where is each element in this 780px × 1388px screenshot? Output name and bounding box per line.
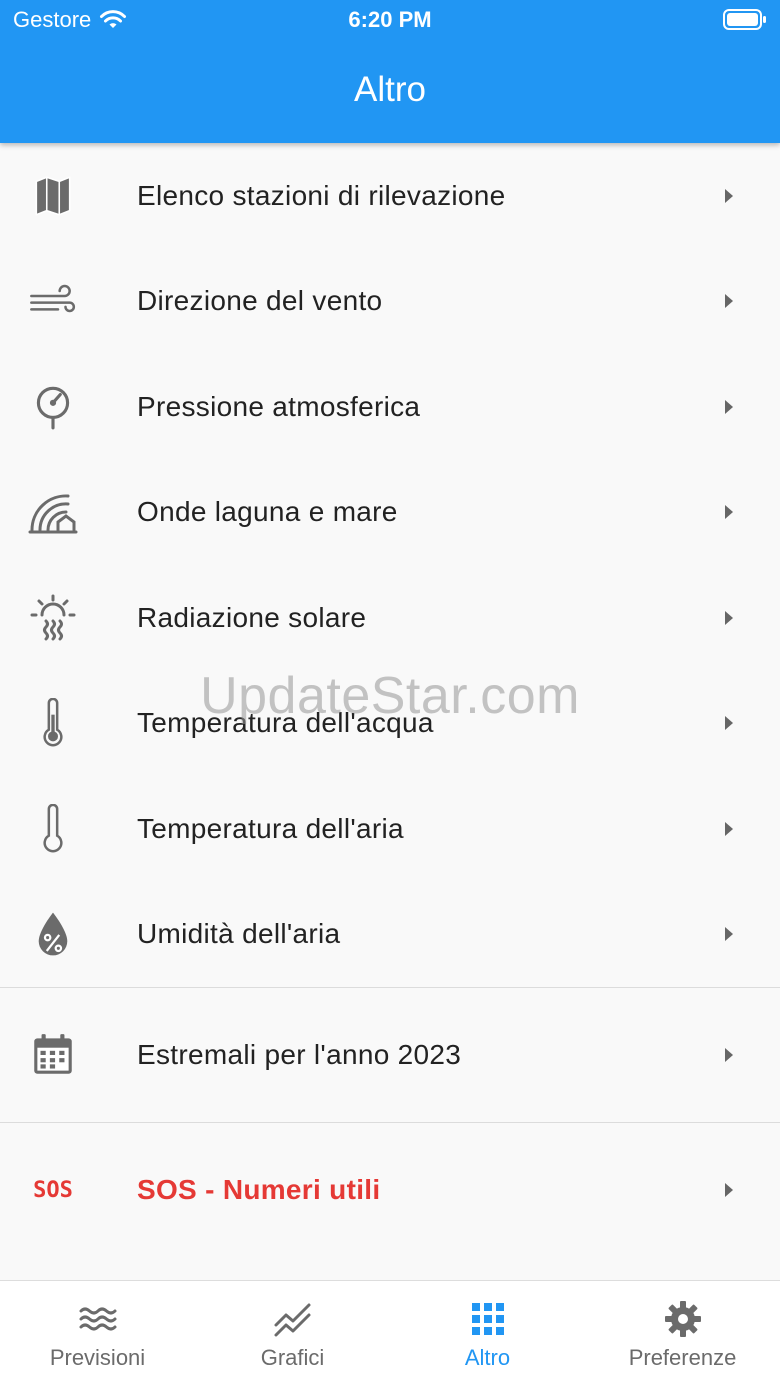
menu-list: Elenco stazioni di rilevazione Direzione… <box>0 143 780 1257</box>
gear-icon <box>664 1301 701 1337</box>
air-thermometer-icon <box>22 798 84 860</box>
tab-label: Previsioni <box>49 1345 146 1370</box>
menu-item-label: Estremali per l'anno 2023 <box>137 1039 462 1070</box>
menu-item-air-temperature[interactable]: Temperatura dell'aria <box>0 776 780 882</box>
app-header: Gestore 6:20 PM Altro <box>0 0 780 143</box>
grid-icon <box>471 1303 504 1335</box>
waves-icon <box>79 1307 116 1331</box>
menu-item-label: Umidità dell'aria <box>137 918 341 950</box>
menu-item-label: Elenco stazioni di rilevazione <box>137 179 506 211</box>
sos-icon-text: SOS <box>33 1177 73 1203</box>
menu-item-label: Onde laguna e mare <box>137 496 398 528</box>
chevron-right-icon <box>725 399 733 414</box>
menu-item-label: Temperatura dell'acqua <box>137 707 434 739</box>
waves-icon <box>22 481 84 543</box>
menu-item-stations[interactable]: Elenco stazioni di rilevazione <box>0 143 780 249</box>
chevron-right-icon <box>725 716 733 731</box>
status-bar: Gestore 6:20 PM <box>0 0 780 40</box>
tab-label: Grafici <box>260 1345 325 1370</box>
chevron-right-icon <box>725 1183 733 1197</box>
chevron-right-icon <box>725 610 733 625</box>
menu-item-solar-radiation[interactable]: Radiazione solare <box>0 565 780 671</box>
menu-item-label: SOS - Numeri utili <box>137 1174 381 1205</box>
tab-grafici[interactable]: Grafici <box>195 1281 390 1388</box>
chevron-right-icon <box>725 294 733 309</box>
battery-icon <box>723 9 767 36</box>
menu-item-water-temperature[interactable]: Temperatura dell'acqua <box>0 671 780 777</box>
tab-label: Preferenze <box>628 1345 737 1370</box>
bottom-tab-bar: Previsioni Grafici Altro Preferenze <box>0 1280 780 1388</box>
map-icon <box>22 165 84 227</box>
chevron-right-icon <box>725 188 733 203</box>
chevron-right-icon <box>725 927 733 942</box>
solar-radiation-icon <box>22 587 84 649</box>
menu-item-label: Radiazione solare <box>137 601 367 633</box>
menu-item-humidity[interactable]: Umidità dell'aria <box>0 882 780 988</box>
tab-altro[interactable]: Altro <box>390 1281 585 1388</box>
barometer-icon <box>22 376 84 438</box>
calendar-icon <box>22 1024 84 1086</box>
menu-item-pressure[interactable]: Pressione atmosferica <box>0 354 780 460</box>
menu-item-label: Pressione atmosferica <box>137 390 421 422</box>
menu-item-extremes[interactable]: Estremali per l'anno 2023 <box>0 988 780 1122</box>
sos-icon: SOS <box>22 1159 84 1221</box>
chevron-right-icon <box>725 505 733 520</box>
menu-item-label: Temperatura dell'aria <box>137 812 404 844</box>
chart-line-icon <box>274 1303 310 1337</box>
tab-previsioni[interactable]: Previsioni <box>0 1281 195 1388</box>
chevron-right-icon <box>725 1048 733 1062</box>
tab-preferenze[interactable]: Preferenze <box>585 1281 780 1388</box>
menu-item-wind-direction[interactable]: Direzione del vento <box>0 249 780 355</box>
menu-item-label: Direzione del vento <box>137 285 383 317</box>
status-time: 6:20 PM <box>348 7 432 32</box>
wind-icon <box>22 270 84 332</box>
chevron-right-icon <box>725 821 733 836</box>
tab-label: Altro <box>464 1345 511 1370</box>
water-thermometer-icon <box>22 692 84 754</box>
menu-item-sos[interactable]: SOS SOS - Numeri utili <box>0 1123 780 1257</box>
menu-item-waves[interactable]: Onde laguna e mare <box>0 460 780 566</box>
humidity-icon <box>22 903 84 965</box>
page-title: Altro <box>354 70 426 109</box>
